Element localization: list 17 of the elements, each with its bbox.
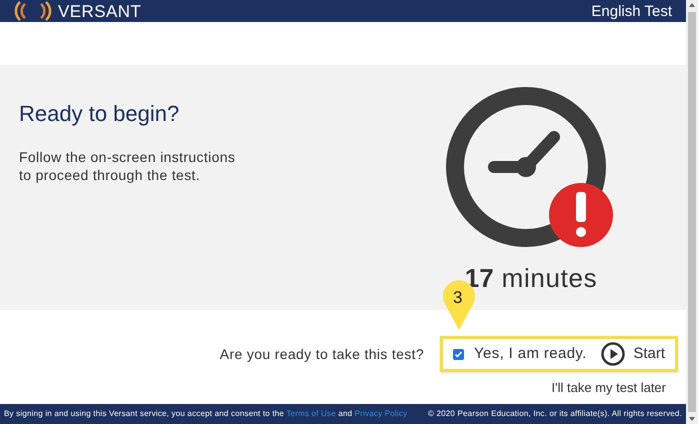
play-icon	[601, 342, 626, 366]
later-link[interactable]: I'll take my test later	[552, 378, 666, 398]
privacy-link[interactable]: Privacy Policy	[354, 409, 408, 418]
check-icon	[454, 350, 463, 358]
callout-number: 3	[453, 287, 462, 309]
instructions: Follow the on-screen instructions to proceed through the test.	[19, 148, 236, 184]
copyright: © 2020 Pearson Education, Inc. or its affiliate(s). All rights reserved.	[428, 408, 682, 420]
question: Are you ready to take this test?	[220, 344, 424, 364]
ready-checkbox[interactable]: Yes, I am ready.	[453, 342, 587, 366]
consent-text: By signing in and using this Versant service, you accept and consent to the Terms of Use and Privacy Policy	[4, 408, 408, 420]
logo-text: VERSANT	[58, 2, 142, 20]
duration-unit: minutes	[502, 262, 598, 295]
test-title: English Test	[591, 4, 672, 18]
terms-link[interactable]: Terms of Use	[286, 409, 336, 418]
logo-icon	[12, 1, 54, 21]
start-button[interactable]: Start	[601, 342, 665, 366]
heading: Ready to begin?	[19, 100, 180, 128]
